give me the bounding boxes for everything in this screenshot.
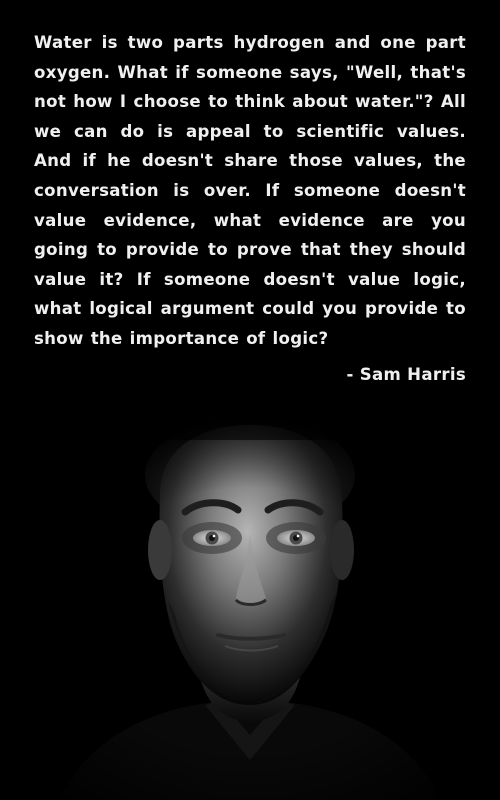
quote-attribution: - Sam Harris xyxy=(346,365,466,384)
quote-poster: Water is two parts hydrogen and one part… xyxy=(0,0,500,800)
portrait-photo xyxy=(0,400,500,800)
quote-text: Water is two parts hydrogen and one part… xyxy=(34,33,466,348)
